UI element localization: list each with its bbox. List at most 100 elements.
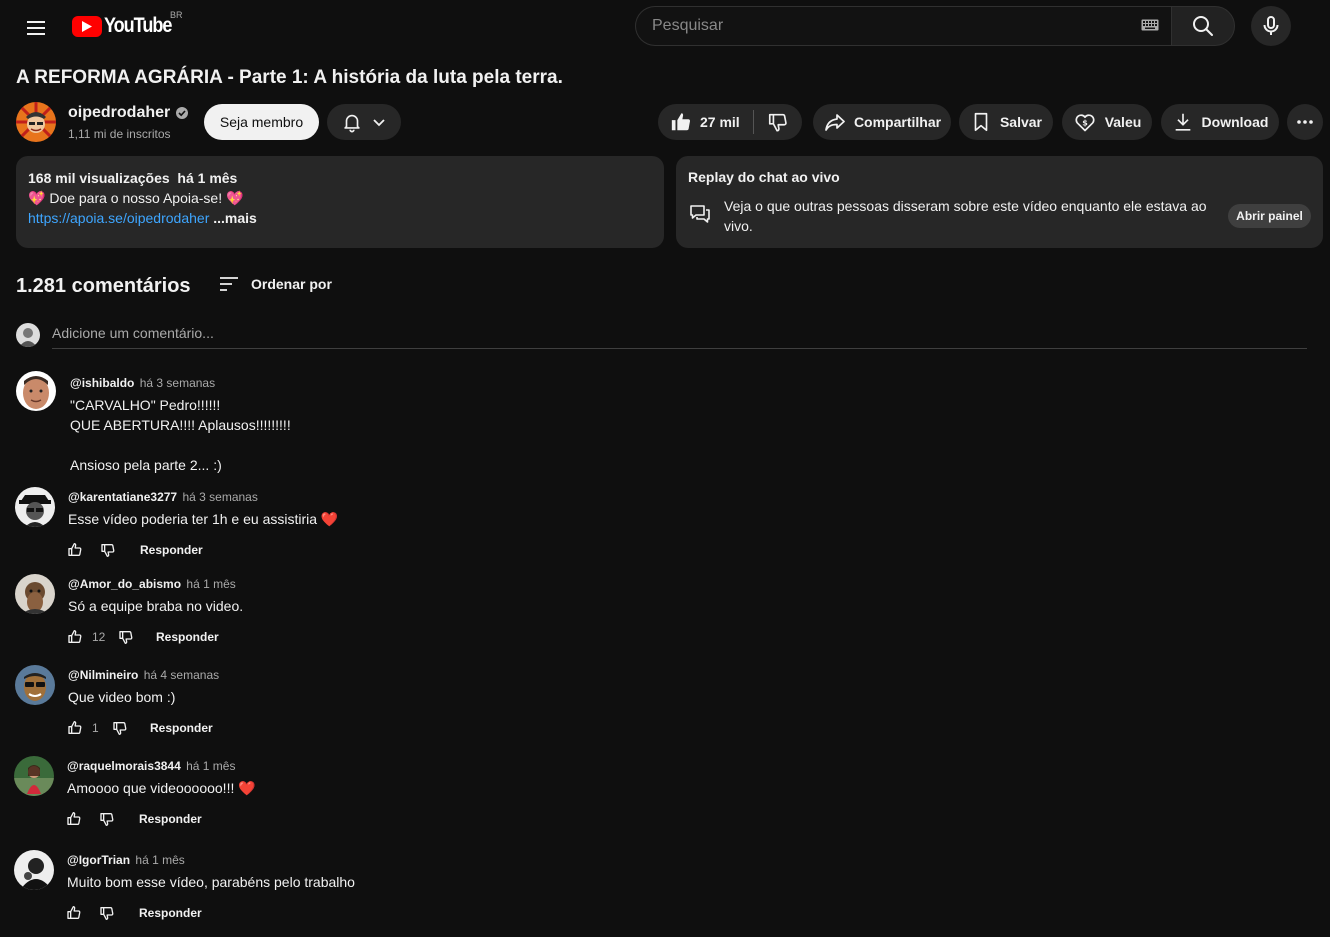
- comment-avatar[interactable]: [14, 756, 54, 796]
- download-label: Download: [1201, 114, 1269, 130]
- reply-button[interactable]: Responder: [140, 543, 203, 557]
- thumbs-down-icon: [119, 631, 133, 644]
- comment-text: Só a equipe braba no video.: [68, 598, 244, 614]
- join-membership-button[interactable]: Seja membro: [204, 104, 319, 140]
- comment-avatar[interactable]: [15, 574, 55, 614]
- chat-bubbles-icon: [690, 205, 710, 223]
- comment-time[interactable]: há 3 semanas: [182, 490, 257, 504]
- menu-button[interactable]: [20, 12, 52, 44]
- youtube-logo[interactable]: YouTube BR: [72, 10, 183, 38]
- comment-text: Esse vídeo poderia ter 1h e eu assistiri…: [68, 509, 338, 529]
- comment-text: Muito bom esse vídeo, parabéns pelo trab…: [67, 874, 355, 890]
- comment-time[interactable]: há 1 mês: [186, 577, 235, 591]
- save-button[interactable]: Salvar: [959, 104, 1053, 140]
- description-link[interactable]: https://apoia.se/oipedrodaher: [28, 210, 209, 226]
- sort-comments-button[interactable]: Ordenar por: [217, 272, 332, 296]
- thanks-button[interactable]: $ Valeu: [1062, 104, 1152, 140]
- comment-actions: Responder: [62, 807, 202, 831]
- comment-avatar[interactable]: [15, 665, 55, 705]
- reply-button[interactable]: Responder: [156, 630, 219, 644]
- view-count: 168 mil visualizações: [28, 170, 170, 186]
- comment-author[interactable]: @Amor_do_abismo: [68, 577, 181, 591]
- comment-author[interactable]: @ishibaldo: [70, 376, 134, 390]
- comment-like-button[interactable]: [63, 538, 87, 562]
- thumbs-up-icon: [68, 543, 82, 556]
- comment-text-content: Amoooo que videoooooo!!!: [67, 780, 235, 796]
- share-icon: [825, 114, 845, 131]
- search-button[interactable]: [1171, 6, 1235, 46]
- comment-time[interactable]: há 3 semanas: [140, 376, 215, 390]
- reply-button[interactable]: Responder: [139, 906, 202, 920]
- voice-search-button[interactable]: [1251, 6, 1291, 46]
- download-button[interactable]: Download: [1161, 104, 1279, 140]
- chevron-down-icon: [373, 119, 385, 127]
- user-avatar[interactable]: [16, 323, 40, 347]
- description-link-line: https://apoia.se/oipedrodaher ...mais: [28, 208, 652, 228]
- add-comment-input[interactable]: Adicione um comentário...: [52, 324, 1307, 349]
- save-label: Salvar: [999, 114, 1043, 130]
- heart-emoji-icon: 💖: [226, 190, 244, 206]
- comment-like-count: 1: [92, 721, 99, 735]
- chat-replay-text: Veja o que outras pessoas disseram sobre…: [724, 198, 1207, 234]
- chat-replay-title: Replay do chat ao vivo: [688, 169, 840, 185]
- comment-time[interactable]: há 4 semanas: [144, 668, 219, 682]
- comment-dislike-button[interactable]: [95, 901, 119, 925]
- dislike-button[interactable]: [754, 104, 802, 140]
- comment-like-button[interactable]: [63, 625, 87, 649]
- comment-header: @IgorTrian há 1 mês: [67, 853, 185, 867]
- comment-dislike-button[interactable]: [95, 807, 119, 831]
- comment-avatar[interactable]: [14, 850, 54, 890]
- comment-like-button[interactable]: [62, 901, 86, 925]
- share-label: Compartilhar: [853, 114, 942, 130]
- chat-replay-box: Replay do chat ao vivo Veja o que outras…: [676, 156, 1323, 248]
- comment-dislike-button[interactable]: [96, 538, 120, 562]
- comment-author[interactable]: @raquelmorais3844: [67, 759, 181, 773]
- thumbs-up-filled-icon: [671, 113, 691, 131]
- microphone-icon: [1263, 16, 1279, 35]
- publish-date: há 1 mês: [177, 170, 238, 186]
- search-icon: [1193, 16, 1213, 36]
- thumbs-down-icon: [768, 113, 787, 132]
- bell-icon: [344, 114, 360, 133]
- download-icon: [1175, 113, 1190, 131]
- show-more-button[interactable]: ...mais: [213, 210, 257, 226]
- reply-button[interactable]: Responder: [139, 812, 202, 826]
- description-box[interactable]: 168 mil visualizações há 1 mês 💖 Doe par…: [16, 156, 664, 248]
- share-button[interactable]: Compartilhar: [813, 104, 951, 140]
- search-input[interactable]: [635, 6, 1171, 46]
- reply-button[interactable]: Responder: [150, 721, 213, 735]
- comments-count: 1.281 comentários: [16, 275, 191, 297]
- comment-like-button[interactable]: [62, 807, 86, 831]
- comment-time[interactable]: há 1 mês: [186, 759, 235, 773]
- comment-like-button[interactable]: [63, 716, 87, 740]
- open-panel-button[interactable]: Abrir painel: [1228, 204, 1311, 228]
- comment-author[interactable]: @karentatiane3277: [68, 490, 177, 504]
- notification-bell-button[interactable]: [327, 104, 401, 140]
- thumbs-up-icon: [68, 721, 82, 734]
- channel-avatar[interactable]: [16, 102, 56, 142]
- more-actions-button[interactable]: [1287, 104, 1323, 140]
- comment-dislike-button[interactable]: [108, 716, 132, 740]
- heart-emoji-icon: 💖: [28, 190, 46, 206]
- comment-author[interactable]: @Nilmineiro: [68, 668, 138, 682]
- comment-actions: 1 Responder: [63, 716, 213, 740]
- comment-text: Amoooo que videoooooo!!! ❤️: [67, 778, 256, 798]
- logo-text: YouTube: [104, 14, 172, 37]
- svg-text:$: $: [1082, 119, 1088, 128]
- hamburger-icon: [27, 21, 45, 35]
- comment-dislike-button[interactable]: [114, 625, 138, 649]
- like-button[interactable]: 27 mil: [658, 104, 752, 140]
- comment-avatar[interactable]: [16, 371, 56, 411]
- comment-avatar[interactable]: [15, 487, 55, 527]
- keyboard-icon[interactable]: [1141, 19, 1159, 31]
- description-meta: 168 mil visualizações há 1 mês: [28, 168, 652, 188]
- comment-time[interactable]: há 1 mês: [135, 853, 184, 867]
- comment-text: "CARVALHO" Pedro!!!!!! QUE ABERTURA!!!! …: [70, 397, 291, 473]
- thumbs-up-icon: [68, 630, 82, 643]
- top-bar: YouTube BR: [0, 0, 1330, 56]
- sort-icon: [220, 277, 238, 291]
- like-dislike-group: 27 mil: [658, 104, 802, 140]
- channel-name[interactable]: oipedrodaher: [68, 104, 189, 122]
- comment-author[interactable]: @IgorTrian: [67, 853, 130, 867]
- thumbs-down-icon: [113, 722, 127, 735]
